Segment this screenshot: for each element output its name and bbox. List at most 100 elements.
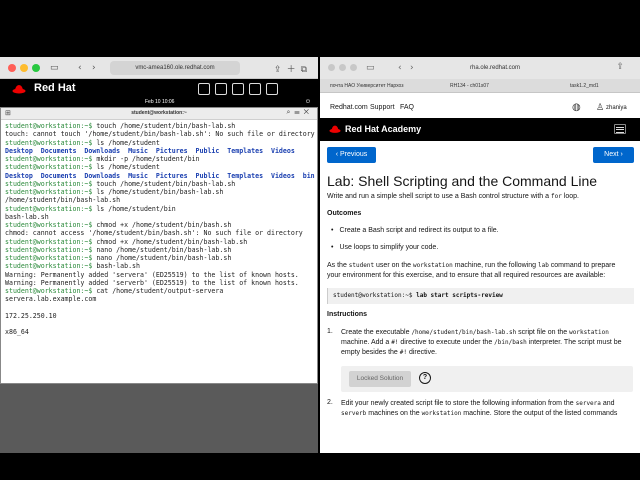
terminal-line: servera.lab.example.com [5,295,315,303]
terminal-line: Warning: Permanently added 'serverb' (ED… [5,279,315,287]
terminal-text: mkdir -p /home/student/bin [92,155,200,163]
red-hat-logo-icon [12,85,26,94]
tab-task[interactable]: task1.2_md1 [570,81,630,91]
close-window-button[interactable] [8,64,16,72]
close-window-button[interactable] [328,64,335,71]
sidebar-icon[interactable]: ▭ [366,62,375,74]
user-name[interactable]: zhaniya [606,105,627,111]
terminal-line: bash-lab.sh [5,213,315,221]
shell-prompt: student@workstation:~$ [5,122,93,130]
nav-support-link[interactable]: Support [370,104,395,111]
page-title: Lab: Shell Scripting and the Command Lin… [327,173,598,189]
terminal-line: student@workstation:~$ bash-lab.sh [5,262,315,270]
step-2-text: Edit your newly created script file to s… [341,400,618,417]
nav-redhat-link[interactable]: Redhat.com [330,104,368,111]
back-icon[interactable]: ‹ [78,62,82,74]
shell-prompt: student@workstation:~$ [5,155,93,163]
address-bar[interactable]: rha.ole.redhat.com [420,61,570,75]
outcomes-heading: Outcomes [327,210,362,217]
terminal-line: touch: cannot touch '/home/student/bin/b… [5,130,315,138]
terminal-title: student@workstation:~ [131,110,187,116]
sidebar-icon[interactable]: ▭ [50,62,59,74]
tab-rh134[interactable]: RH134 - ch01s07 [450,81,520,91]
hamburger-menu-icon[interactable] [614,124,626,134]
settings-icon [266,83,278,95]
directory-listing: Desktop Documents Downloads Music Pictur… [5,146,295,155]
step-1-text: Create the executable /home/student/bin/… [341,329,622,356]
minimize-window-button[interactable] [339,64,346,71]
address-bar[interactable]: vmc-amea160.ole.redhat.com [110,61,240,75]
terminal-text: ls /home/student [92,163,160,172]
terminal-text: nano /home/student/bin/bash-lab.sh [92,254,232,262]
screen-icon [215,83,227,95]
terminal-line: student@workstation:~$ chmod +x /home/st… [5,238,315,246]
outcome-item: Use loops to simplify your code. [331,244,438,251]
terminal-window[interactable]: ⊞ student@workstation:~ ⌕☰✕ student@work… [0,107,318,384]
user-icon[interactable]: ♙ [596,103,604,113]
red-hat-logo-icon [329,125,341,133]
terminal-line: /home/student/bin/bash-lab.sh [5,196,315,204]
locked-solution-button[interactable]: Locked Solution [349,371,411,387]
lab-subtitle: Write and run a simple shell script to u… [327,193,579,200]
terminal-line: student@workstation:~$ touch /home/stude… [5,180,315,188]
academy-header: Red Hat Academy [320,118,640,141]
terminal-line: student@workstation:~$ nano /home/studen… [5,254,315,262]
terminal-text: nano /home/student/bin/bash-lab.sh [92,245,232,254]
terminal-text: servera.lab.example.com [5,295,97,304]
terminal-window-buttons[interactable]: ⌕☰✕ [286,109,313,117]
tab-mail[interactable]: почта НАО Университет Нархоз [330,81,420,91]
red-hat-header: Red Hat [0,79,318,99]
terminal-line: 172.25.250.10 [5,312,315,320]
terminal-line: chmod: cannot access '/home/student/bin/… [5,229,315,237]
terminal-line: student@workstation:~$ ls /home/student/… [5,205,315,213]
directory-listing: Desktop Documents Downloads Music Pictur… [5,171,315,180]
terminal-output[interactable]: student@workstation:~$ touch /home/stude… [5,122,315,337]
terminal-text: touch /home/student/bin/bash-lab.sh [92,122,236,130]
desktop-background [0,384,318,453]
shell-prompt: student@workstation:~$ [5,204,93,213]
terminal-line: student@workstation:~$ ls /home/student/… [5,188,315,196]
lab-command: student@workstation:~$ lab start scripts… [333,292,503,299]
brand-name: Red Hat [34,82,76,94]
zoom-window-button[interactable] [350,64,357,71]
right-browser-toolbar: ▭ ‹ › rha.ole.redhat.com ⇪ [320,57,640,79]
terminal-text: ls /home/student/bin/bash-lab.sh [92,188,224,196]
terminal-line: student@workstation:~$ ls /home/student [5,139,315,147]
toolbar-actions[interactable]: ⇪＋⧉ [274,62,312,75]
terminal-text: chmod +x /home/student/bin/bash-lab.sh [92,237,248,246]
fullscreen-icon [249,83,261,95]
next-button[interactable]: Next › [593,147,634,163]
terminal-text: bash-lab.sh [92,262,140,271]
forward-icon[interactable]: › [410,62,414,74]
step-number: 2. [327,399,333,406]
forward-icon[interactable]: › [92,62,96,74]
shell-prompt: student@workstation:~$ [5,262,93,271]
system-tray[interactable]: ⏻ [306,99,310,105]
minimize-window-button[interactable] [20,64,28,72]
shell-prompt: student@workstation:~$ [5,237,93,246]
keyboard-icon [198,83,210,95]
terminal-line: Desktop Documents Downloads Music Pictur… [5,147,315,155]
terminal-text: cat /home/student/output-servera [92,287,224,295]
terminal-line: student@workstation:~$ cat /home/student… [5,287,315,295]
terminal-text: bash-lab.sh [5,212,49,221]
vm-control-icons[interactable] [198,82,283,96]
terminal-text: touch /home/student/bin/bash-lab.sh [92,179,236,188]
left-browser-window: ▭ ‹ › vmc-amea160.ole.redhat.com ⇪＋⧉ Red… [0,57,318,453]
language-globe-icon[interactable]: ◍ [572,102,581,113]
nav-faq-link[interactable]: FAQ [400,104,414,111]
terminal-text: /home/student/bin/bash-lab.sh [5,196,121,205]
step-number: 1. [327,328,333,335]
back-icon[interactable]: ‹ [398,62,402,74]
zoom-window-button[interactable] [32,64,40,72]
terminal-line: Warning: Permanently added 'servera' (ED… [5,271,315,279]
instructions-heading: Instructions [327,311,368,318]
share-icon[interactable]: ⇪ [616,62,624,72]
previous-button[interactable]: ‹ Previous [327,147,376,163]
shell-prompt: student@workstation:~$ [5,221,93,229]
terminal-text: chmod: cannot access '/home/student/bin/… [5,229,303,238]
help-icon[interactable]: ? [419,372,431,384]
command-block[interactable]: student@workstation:~$ lab start scripts… [327,288,634,304]
